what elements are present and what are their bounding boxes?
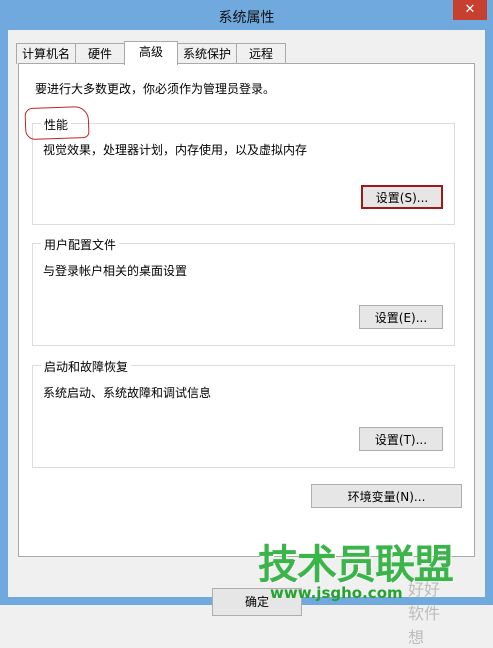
watermark: 技术员联盟 www.jsgho.com 好好软件想 [258,532,454,647]
tab-computer-name[interactable]: 计算机名 [16,43,76,64]
close-button[interactable]: ✕ [453,0,487,20]
tab-advanced[interactable]: 高级 [124,41,178,65]
watermark-url: www.jsgho.com [270,584,403,602]
startup-recovery-description: 系统启动、系统故障和调试信息 [43,386,212,400]
tab-hardware[interactable]: 硬件 [75,43,125,64]
performance-description: 视觉效果，处理器计划，内存使用，以及虚拟内存 [43,143,308,157]
user-profiles-settings-button[interactable]: 设置(E)... [359,305,443,329]
window-title: 系统属性 [218,10,275,26]
close-icon: ✕ [464,2,476,17]
user-profiles-title: 用户配置文件 [41,236,120,253]
tab-remote[interactable]: 远程 [236,43,286,64]
performance-group: 性能 视觉效果，处理器计划，内存使用，以及虚拟内存 设置(S)... [32,116,455,225]
tab-system-protection[interactable]: 系统保护 [177,43,237,64]
admin-note: 要进行大多数更改，你必须作为管理员登录。 [35,82,276,96]
title-bar[interactable]: 系统属性 ✕ [0,0,493,30]
user-profiles-description: 与登录帐户相关的桌面设置 [43,264,188,278]
performance-settings-button[interactable]: 设置(S)... [361,185,443,209]
startup-recovery-title: 启动和故障恢复 [41,358,132,375]
user-profiles-group: 用户配置文件 与登录帐户相关的桌面设置 设置(E)... [32,236,455,346]
annotation-circle [24,105,90,141]
environment-variables-button[interactable]: 环境变量(N)... [311,484,462,508]
startup-recovery-group: 启动和故障恢复 系统启动、系统故障和调试信息 设置(T)... [32,358,455,468]
startup-recovery-settings-button[interactable]: 设置(T)... [359,427,443,451]
watermark-faint-text: 好好软件想 [408,580,441,647]
